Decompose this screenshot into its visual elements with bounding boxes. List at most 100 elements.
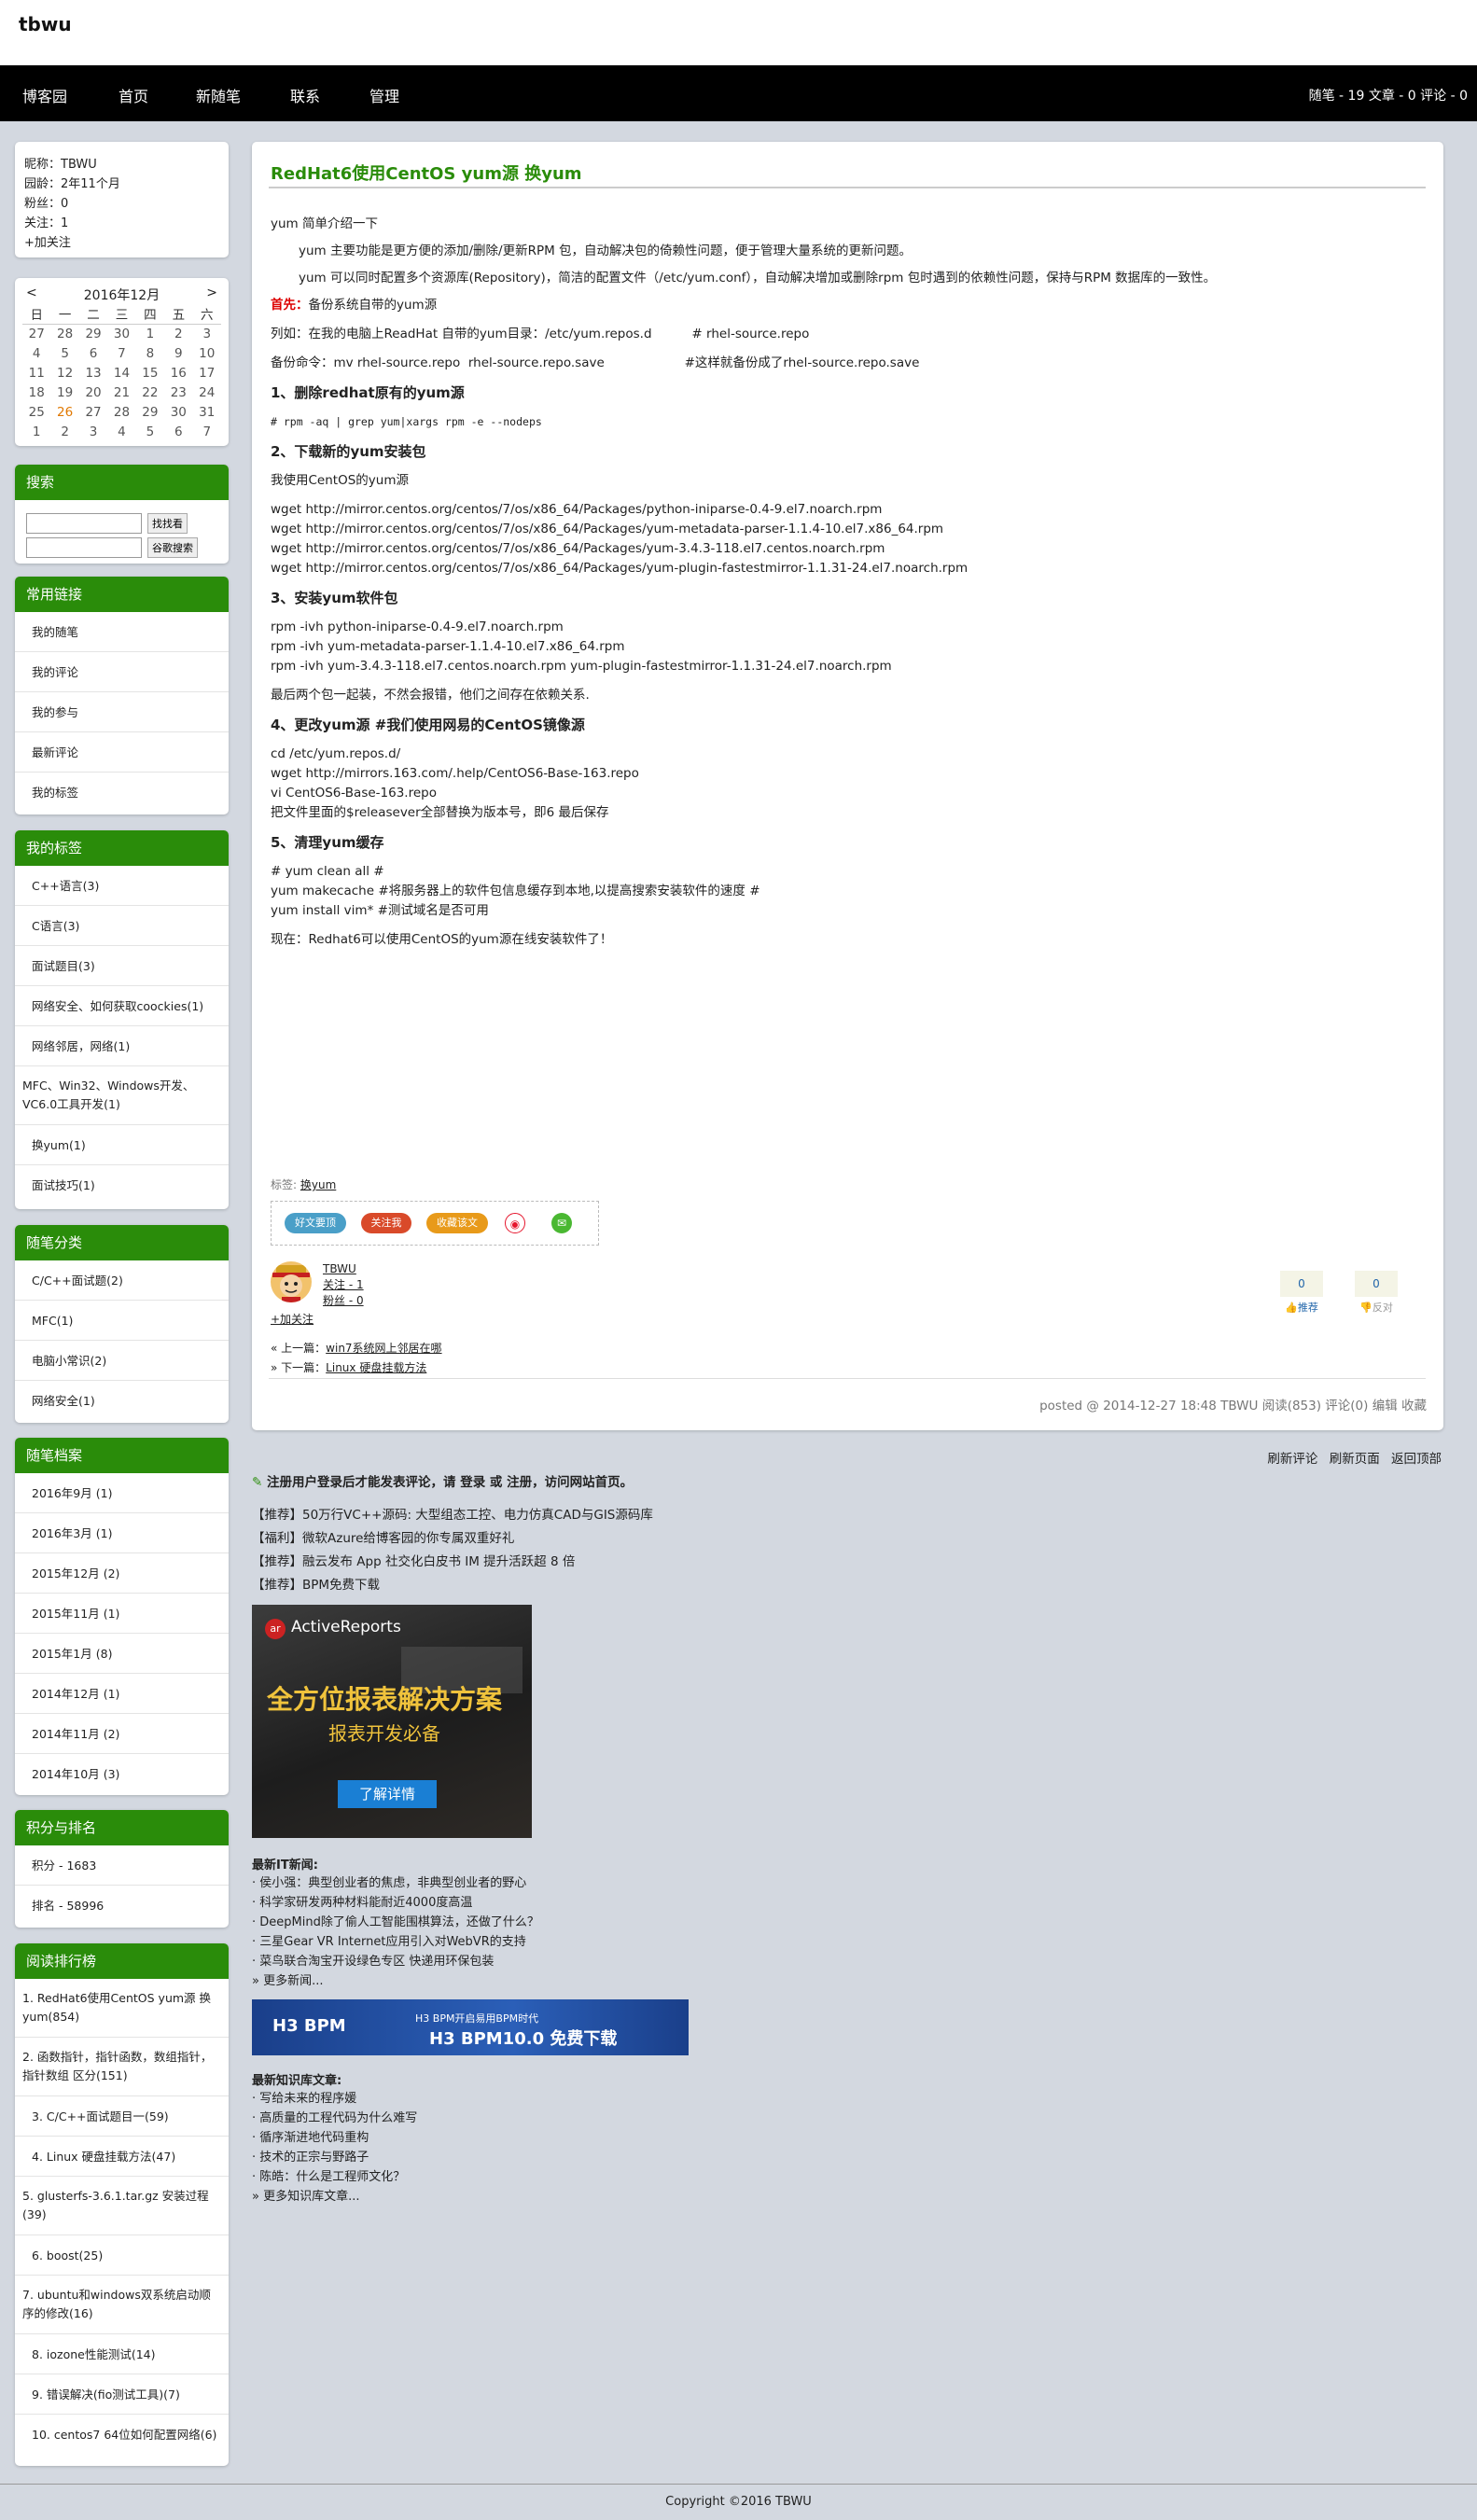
top-read-item[interactable]: 3. C/C++面试题目一(59) — [15, 2096, 229, 2137]
favorite-post-button[interactable]: 收藏该文 — [426, 1213, 488, 1233]
top-read-item[interactable]: 7. ubuntu和windows双系统启动顺序的修改(16) — [15, 2276, 229, 2334]
ad-link[interactable]: 【推荐】融云发布 App 社交化白皮书 IM 提升活跃超 8 倍 — [252, 1551, 653, 1574]
calendar-day[interactable]: 1 — [136, 324, 164, 343]
calendar-day[interactable]: 1 — [22, 422, 50, 441]
refresh-comments-link[interactable]: 刷新评论 — [1267, 1452, 1317, 1467]
ad-link[interactable]: 【福利】微软Azure给博客园的你专属双重好礼 — [252, 1527, 653, 1551]
google-search-button[interactable]: 谷歌搜索 — [147, 537, 198, 558]
sidebar-item-my-tags[interactable]: 我的标签 — [15, 773, 229, 813]
search-input[interactable] — [26, 513, 142, 534]
calendar-day[interactable]: 24 — [193, 383, 221, 402]
top-read-item[interactable]: 5. glusterfs-3.6.1.tar.gz 安装过程(39) — [15, 2177, 229, 2235]
ad-link[interactable]: 【推荐】50万行VC++源码: 大型组态工控、电力仿真CAD与GIS源码库 — [252, 1504, 653, 1527]
calendar-day[interactable]: 6 — [79, 343, 107, 363]
calendar-day[interactable]: 30 — [107, 324, 135, 343]
prev-post-link[interactable]: win7系统网上邻居在哪 — [326, 1342, 441, 1355]
archive-item[interactable]: 2015年11月 (1) — [15, 1594, 229, 1634]
wechat-icon[interactable]: ✉ — [551, 1213, 572, 1233]
calendar-day[interactable]: 8 — [136, 343, 164, 363]
calendar-day[interactable]: 25 — [22, 402, 50, 422]
category-item[interactable]: C/C++面试题(2) — [15, 1260, 229, 1301]
top-read-item[interactable]: 1. RedHat6使用CentOS yum源 换yum(854) — [15, 1979, 229, 2038]
more-kb-link[interactable]: » 更多知识库文章... — [252, 2187, 417, 2207]
nav-new-post[interactable]: 新随笔 — [196, 84, 241, 106]
activereports-ad[interactable]: ar ActiveReports 全方位报表解决方案 报表开发必备 了解详情 — [252, 1605, 532, 1838]
calendar-day[interactable]: 15 — [136, 363, 164, 383]
calendar-day[interactable]: 27 — [79, 402, 107, 422]
calendar-day[interactable]: 5 — [50, 343, 78, 363]
calendar-day[interactable]: 7 — [107, 343, 135, 363]
news-item[interactable]: · DeepMind除了偷人工智能围棋算法，还做了什么？ — [252, 1913, 539, 1932]
top-read-item[interactable]: 9. 错误解决(fio测试工具)(7) — [15, 2374, 229, 2415]
nav-home[interactable]: 首页 — [118, 84, 148, 106]
calendar-day[interactable]: 20 — [79, 383, 107, 402]
author-follow-link[interactable]: +加关注 — [271, 1312, 383, 1328]
calendar-day[interactable]: 12 — [50, 363, 78, 383]
category-item[interactable]: MFC(1) — [15, 1301, 229, 1341]
calendar-day[interactable]: 31 — [193, 402, 221, 422]
category-item[interactable]: 电脑小常识(2) — [15, 1341, 229, 1381]
calendar-day[interactable]: 23 — [164, 383, 192, 402]
calendar-day[interactable]: 22 — [136, 383, 164, 402]
downvote-button[interactable]: 0 👎反对 — [1355, 1271, 1398, 1321]
calendar-day[interactable]: 30 — [164, 402, 192, 422]
avatar[interactable] — [271, 1261, 312, 1302]
calendar-day[interactable]: 18 — [22, 383, 50, 402]
more-news-link[interactable]: » 更多新闻... — [252, 1971, 539, 1991]
tag-item[interactable]: C语言(3) — [15, 906, 229, 946]
calendar-day[interactable]: 4 — [22, 343, 50, 363]
tag-item[interactable]: 面试技巧(1) — [15, 1165, 229, 1205]
calendar-day[interactable]: 27 — [22, 324, 50, 343]
calendar-day[interactable]: 19 — [50, 383, 78, 402]
calendar-day[interactable]: 2 — [164, 324, 192, 343]
search-button[interactable]: 找找看 — [147, 513, 188, 534]
kb-item[interactable]: · 写给未来的程序媛 — [252, 2089, 417, 2109]
tag-item[interactable]: 网络邻居，网络(1) — [15, 1026, 229, 1066]
calendar-day[interactable]: 4 — [107, 422, 135, 441]
sidebar-item-my-comments[interactable]: 我的评论 — [15, 652, 229, 692]
tag-link[interactable]: 换yum — [300, 1178, 336, 1191]
calendar-day[interactable]: 3 — [79, 422, 107, 441]
category-item[interactable]: 网络安全(1) — [15, 1381, 229, 1421]
calendar-day[interactable]: 3 — [193, 324, 221, 343]
news-item[interactable]: · 三星Gear VR Internet应用引入对WebVR的支持 — [252, 1932, 539, 1952]
calendar-day[interactable]: 28 — [50, 324, 78, 343]
author-following[interactable]: 关注 - 1 — [323, 1277, 435, 1293]
archive-item[interactable]: 2014年10月 (3) — [15, 1754, 229, 1794]
refresh-page-link[interactable]: 刷新页面 — [1330, 1452, 1380, 1467]
calendar-day[interactable]: 29 — [136, 402, 164, 422]
next-post-link[interactable]: Linux 硬盘挂载方法 — [326, 1361, 426, 1374]
tag-item[interactable]: MFC、Win32、Windows开发、VC6.0工具开发(1) — [15, 1066, 229, 1125]
calendar-day[interactable]: 7 — [193, 422, 221, 441]
weibo-icon[interactable]: ◉ — [505, 1213, 525, 1233]
calendar-day[interactable]: 14 — [107, 363, 135, 383]
follow-link[interactable]: +加关注 — [24, 233, 219, 253]
calendar-prev-button[interactable]: < — [26, 285, 37, 304]
calendar-day[interactable]: 17 — [193, 363, 221, 383]
sidebar-item-my-participation[interactable]: 我的参与 — [15, 692, 229, 732]
news-item[interactable]: · 侯小强：典型创业者的焦虑，非典型创业者的野心 — [252, 1873, 539, 1893]
nav-contact[interactable]: 联系 — [290, 84, 320, 106]
top-read-item[interactable]: 4. Linux 硬盘挂载方法(47) — [15, 2137, 229, 2177]
ad-link[interactable]: 【推荐】BPM免费下载 — [252, 1574, 653, 1597]
profile-following[interactable]: 关注：1 — [24, 214, 219, 233]
sidebar-item-latest-comments[interactable]: 最新评论 — [15, 732, 229, 773]
top-read-item[interactable]: 8. iozone性能测试(14) — [15, 2334, 229, 2374]
kb-item[interactable]: · 高质量的工程代码为什么难写 — [252, 2109, 417, 2128]
calendar-day[interactable]: 28 — [107, 402, 135, 422]
calendar-day[interactable]: 5 — [136, 422, 164, 441]
back-to-top-link[interactable]: 返回顶部 — [1391, 1452, 1442, 1467]
news-item[interactable]: · 菜鸟联合淘宝开设绿色专区 快递用环保包装 — [252, 1952, 539, 1971]
calendar-day[interactable]: 2 — [50, 422, 78, 441]
google-search-input[interactable] — [26, 537, 142, 558]
upvote-button[interactable]: 0 👍推荐 — [1280, 1271, 1323, 1321]
recommend-post-button[interactable]: 好文要顶 — [285, 1213, 346, 1233]
calendar-next-button[interactable]: > — [206, 285, 217, 304]
author-fans[interactable]: 粉丝 - 0 — [323, 1293, 435, 1309]
archive-item[interactable]: 2016年9月 (1) — [15, 1473, 229, 1513]
calendar-day[interactable]: 21 — [107, 383, 135, 402]
calendar-day[interactable]: 10 — [193, 343, 221, 363]
calendar-day[interactable]: 26 — [50, 402, 78, 422]
top-read-item[interactable]: 10. centos7 64位如何配置网络(6) — [15, 2415, 229, 2455]
calendar-day[interactable]: 11 — [22, 363, 50, 383]
